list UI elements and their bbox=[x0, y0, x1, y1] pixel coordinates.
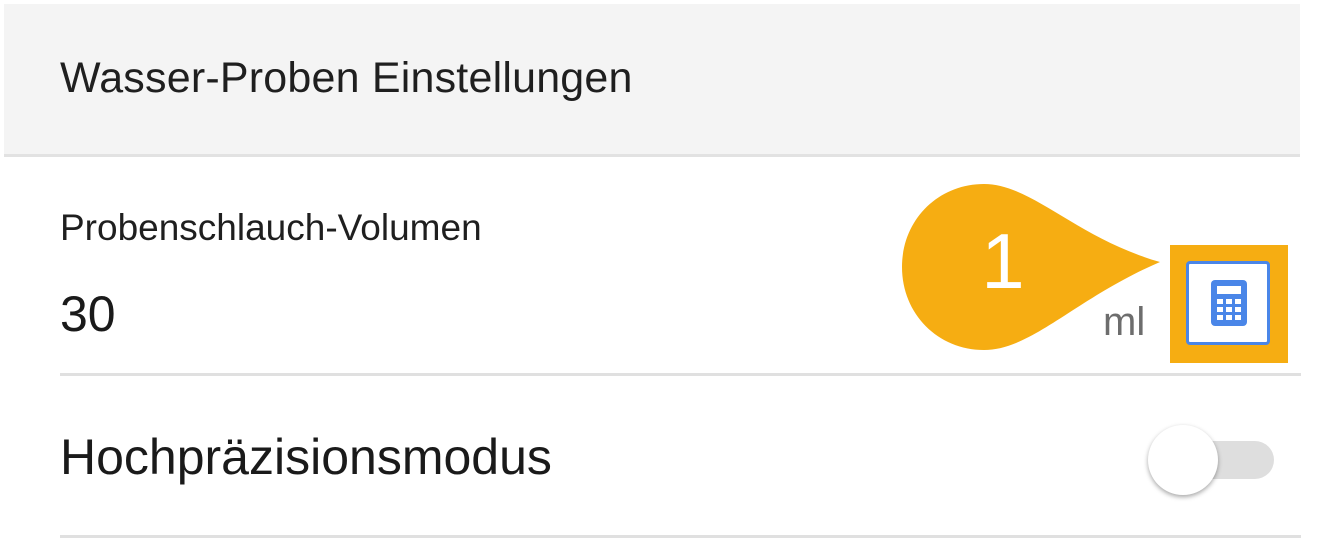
calculator-icon bbox=[1211, 280, 1247, 326]
divider bbox=[60, 373, 1301, 376]
settings-header: Wasser-Proben Einstellungen bbox=[4, 4, 1300, 157]
volume-label: Probenschlauch-Volumen bbox=[60, 207, 482, 248]
callout-number: 1 bbox=[981, 217, 1025, 305]
calculator-button[interactable] bbox=[1186, 261, 1270, 345]
divider bbox=[60, 535, 1301, 538]
precision-label: Hochpräzisionsmodus bbox=[60, 429, 552, 485]
volume-value[interactable]: 30 bbox=[60, 285, 116, 343]
toggle-thumb bbox=[1148, 425, 1218, 495]
precision-toggle[interactable] bbox=[1148, 425, 1274, 495]
precision-setting-row: Hochpräzisionsmodus bbox=[0, 378, 1336, 538]
page-title: Wasser-Proben Einstellungen bbox=[60, 54, 633, 102]
